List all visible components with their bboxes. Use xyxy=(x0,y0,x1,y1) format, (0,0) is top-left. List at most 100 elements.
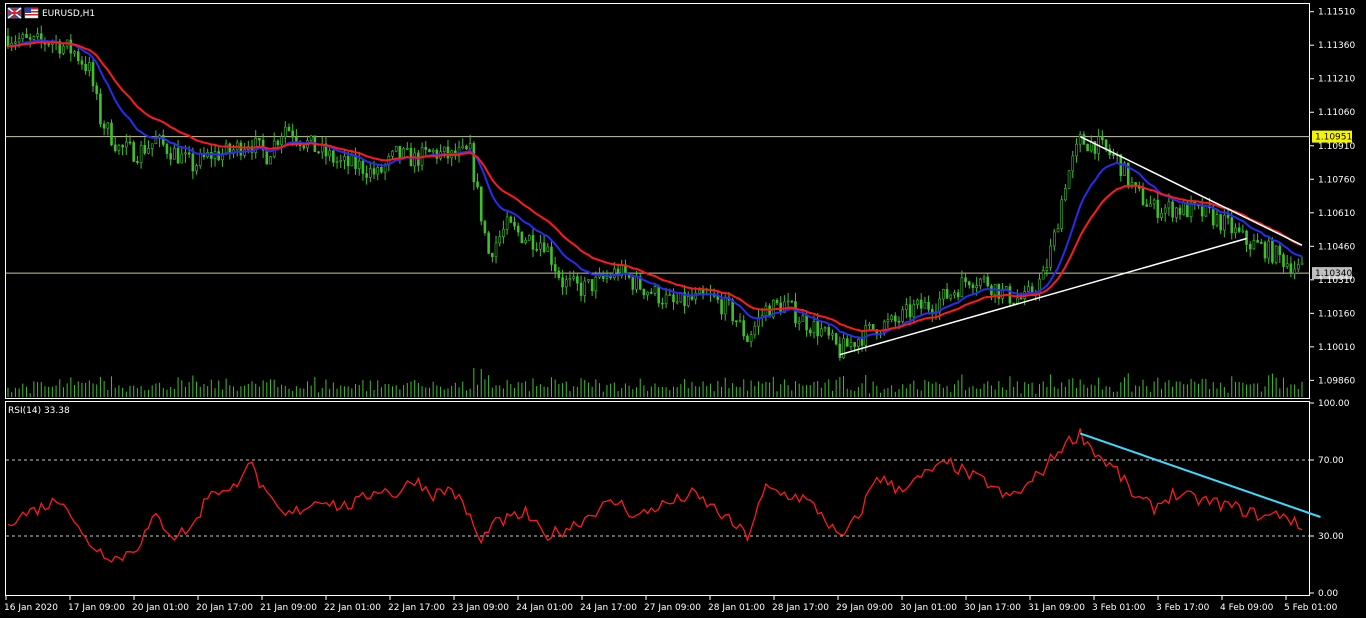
candle-body xyxy=(125,141,128,148)
candle-body xyxy=(113,144,117,151)
candle-body xyxy=(579,282,583,296)
candle-body xyxy=(309,135,313,141)
price-tick-label: 1.10010 xyxy=(1318,343,1355,353)
candle-body xyxy=(550,246,553,265)
time-tick-label: 23 Jan 09:00 xyxy=(452,603,509,613)
candle-body xyxy=(613,268,616,278)
candle-body xyxy=(84,63,87,71)
candle-body xyxy=(609,276,612,279)
candle-body xyxy=(823,327,827,330)
candle-body xyxy=(1248,244,1252,250)
candle-body xyxy=(605,276,609,279)
candle-body xyxy=(657,286,660,304)
candle-body xyxy=(1145,204,1149,207)
price-pane-frame xyxy=(5,3,1310,399)
candle-body xyxy=(73,51,76,54)
candle-body xyxy=(1152,199,1156,205)
candle-body xyxy=(735,320,738,323)
time-tick-label: 31 Jan 09:00 xyxy=(1028,603,1085,613)
candle-body xyxy=(195,165,198,172)
price-tick-label: 1.11210 xyxy=(1318,75,1355,85)
candle-body xyxy=(391,150,394,157)
candle-body xyxy=(198,153,202,166)
candle-body xyxy=(1060,199,1063,229)
price-tick-label: 1.10760 xyxy=(1318,175,1355,185)
candle-body xyxy=(1071,155,1075,172)
candle-body xyxy=(1156,199,1160,218)
time-tick-label: 22 Jan 17:00 xyxy=(388,603,445,613)
candle-body xyxy=(653,286,657,294)
candle-body xyxy=(561,277,564,288)
candle-body xyxy=(394,145,398,152)
candle-body xyxy=(1167,201,1171,209)
candle-body xyxy=(1027,286,1030,292)
candle-body xyxy=(1149,203,1152,207)
candle-body xyxy=(21,34,25,40)
time-tick-label: 30 Jan 17:00 xyxy=(964,603,1021,613)
candle-body xyxy=(590,279,594,292)
price-tick-label: 1.10460 xyxy=(1318,242,1355,252)
candle-body xyxy=(380,166,383,173)
candle-body xyxy=(905,304,908,311)
candle-body xyxy=(964,277,967,283)
candle-body xyxy=(328,150,331,157)
time-tick-label: 5 Feb 01:00 xyxy=(1284,603,1338,613)
candle-body xyxy=(25,34,28,38)
time-tick-label: 28 Jan 17:00 xyxy=(772,603,829,613)
price-tick-label: 1.11360 xyxy=(1318,41,1355,51)
candle-body xyxy=(184,152,187,155)
candle-body xyxy=(1289,263,1293,274)
candle-body xyxy=(1045,267,1049,271)
candle-body xyxy=(1237,227,1241,232)
candle-body xyxy=(1078,134,1082,145)
candle-body xyxy=(14,41,17,44)
candle-body xyxy=(502,228,505,238)
candle-body xyxy=(690,296,694,300)
candle-body xyxy=(1064,188,1067,201)
candle-body xyxy=(513,222,516,227)
candle-body xyxy=(317,151,320,154)
candle-body xyxy=(176,147,180,164)
price-tick-label: 1.10910 xyxy=(1318,142,1355,152)
candle-body xyxy=(461,145,465,149)
candle-body xyxy=(169,153,172,160)
candle-body xyxy=(1041,270,1045,280)
candle-body xyxy=(1282,254,1285,267)
candle-body xyxy=(487,232,490,254)
candle-body xyxy=(413,152,416,167)
candle-body xyxy=(1160,212,1163,218)
candle-body xyxy=(986,276,990,287)
candle-body xyxy=(106,122,110,129)
candle-body xyxy=(117,145,121,151)
candle-body xyxy=(6,35,10,47)
candle-body xyxy=(99,93,102,125)
candle-body xyxy=(350,155,354,167)
candle-body xyxy=(827,327,831,336)
price-tick-label: 1.10310 xyxy=(1318,276,1355,286)
candle-body xyxy=(479,186,483,222)
candle-body xyxy=(1178,207,1182,215)
candle-body xyxy=(942,289,945,300)
candle-body xyxy=(465,145,468,150)
candle-body xyxy=(890,315,893,321)
candle-body xyxy=(483,220,487,234)
rsi-pane-frame xyxy=(5,401,1310,596)
time-tick-label: 16 Jan 2020 xyxy=(4,603,58,613)
candle-body xyxy=(476,181,479,188)
candle-body xyxy=(668,294,672,297)
candle-body xyxy=(531,235,535,250)
candle-body xyxy=(102,123,106,129)
candle-body xyxy=(431,149,435,153)
candle-body xyxy=(553,264,557,272)
candle-body xyxy=(468,143,472,150)
candle-body xyxy=(916,299,919,305)
candle-body xyxy=(971,284,975,288)
candle-body xyxy=(794,301,797,324)
candle-body xyxy=(746,335,749,342)
candle-body xyxy=(1260,242,1263,244)
candle-body xyxy=(343,156,346,161)
candle-body xyxy=(834,333,838,345)
candle-body xyxy=(1086,144,1089,152)
candle-body xyxy=(753,325,757,336)
candle-body xyxy=(136,161,139,163)
